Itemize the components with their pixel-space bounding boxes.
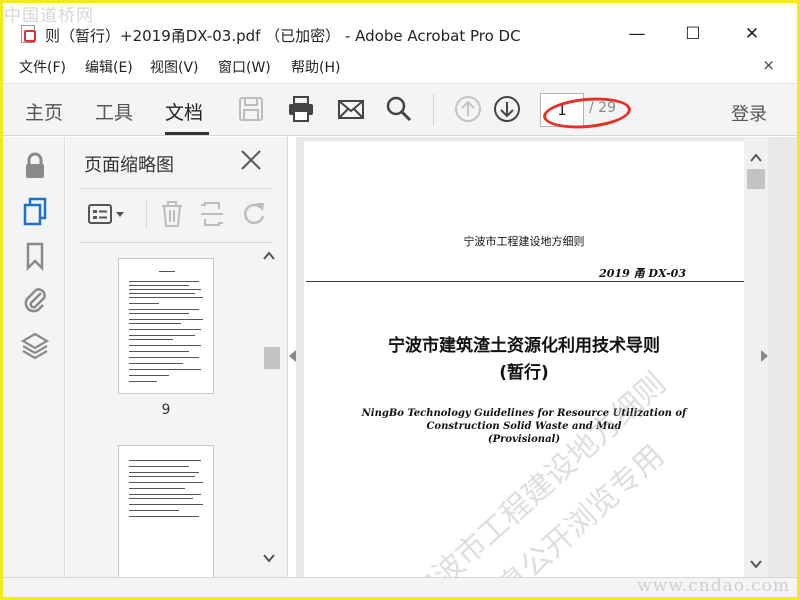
panel-title: 页面缩略图 [84,155,174,176]
doc-english-title: NingBo Technology Guidelines for Resourc… [361,408,687,419]
minimize-button[interactable]: — [623,23,651,45]
expand-right-panel-icon[interactable] [761,350,768,362]
panel-divider [80,188,272,189]
tab-home[interactable]: 主页 [25,98,63,125]
document-page: 宁波市工程建设地方细则 2019 甬 DX-03 宁波市建筑渣土资源化利用技术导… [304,141,744,577]
document-viewer: 宁波市工程建设地方细则 2019 甬 DX-03 宁波市建筑渣土资源化利用技术导… [296,137,797,577]
panel-divider [80,242,272,243]
collapse-panel-icon[interactable] [289,350,296,362]
page-thumbnails-icon[interactable] [21,197,49,227]
email-icon[interactable] [336,94,366,124]
next-page-icon[interactable] [492,94,522,124]
scroll-up-icon[interactable] [750,153,762,163]
toolbar-separator [433,94,434,126]
main-toolbar: 主页 工具 文档 1 / 29 登录 [3,83,797,136]
doc-english-title: (Provisional) [487,434,561,445]
active-tab-indicator [165,132,209,135]
doc-subtitle: (暂行) [499,363,549,383]
close-window-button[interactable]: ✕ [738,23,766,45]
print-icon[interactable] [286,94,316,124]
close-icon[interactable] [238,147,264,173]
doc-english-title: Construction Solid Waste and Mud [426,421,622,432]
menu-view[interactable]: 视图(V) [150,57,199,77]
prev-page-icon[interactable] [453,94,483,124]
signin-button[interactable]: 登录 [731,100,767,126]
lock-icon[interactable] [21,151,49,181]
menu-edit[interactable]: 编辑(E) [85,57,133,77]
pdf-file-icon [21,25,36,43]
menu-bar: 文件(F) 编辑(E) 视图(V) 窗口(W) 帮助(H) × [3,55,797,79]
page-thumbnails-panel: 页面缩略图 9 [66,137,288,577]
options-icon[interactable] [86,199,128,229]
crop-icon[interactable] [197,199,227,229]
tab-tools[interactable]: 工具 [95,98,133,125]
doc-header: 宁波市工程建设地方细则 [463,235,585,248]
thumbnail-scrollbar[interactable] [260,247,280,577]
thumbnail-page-label: 9 [161,402,171,418]
menu-file[interactable]: 文件(F) [19,57,66,77]
rotate-icon[interactable] [239,199,269,229]
tab-document[interactable]: 文档 [165,98,203,125]
page-thumbnail[interactable] [118,258,214,394]
attachment-icon[interactable] [21,285,49,315]
doc-title: 宁波市建筑渣土资源化利用技术导则 [388,336,660,356]
window-title: 则（暂行）+2019甬DX-03.pdf （已加密） - Adobe Acrob… [45,27,521,45]
scroll-thumb[interactable] [747,169,765,189]
close-document-button[interactable]: × [762,56,775,74]
layers-icon[interactable] [21,331,49,361]
left-navigation-rail [3,137,65,577]
site-watermark-top: 中国道桥网 [4,6,94,26]
scroll-up-icon[interactable] [263,251,275,261]
search-icon[interactable] [384,94,414,124]
maximize-button[interactable]: ☐ [679,23,707,45]
scroll-down-icon[interactable] [750,559,762,569]
doc-code: 2019 甬 DX-03 [599,267,686,280]
doc-header-rule [306,281,744,282]
menu-help[interactable]: 帮助(H) [291,57,340,77]
tool-separator [146,199,147,229]
delete-icon[interactable] [157,199,187,229]
scroll-down-icon[interactable] [263,553,275,563]
menu-window[interactable]: 窗口(W) [218,57,271,77]
save-icon[interactable] [236,94,266,124]
site-watermark-bottom: www.cndao.com [637,576,790,596]
page-thumbnail[interactable] [118,445,214,577]
bookmark-icon[interactable] [21,241,49,271]
title-bar: 则（暂行）+2019甬DX-03.pdf （已加密） - Adobe Acrob… [3,3,797,51]
scroll-thumb[interactable] [264,347,280,369]
